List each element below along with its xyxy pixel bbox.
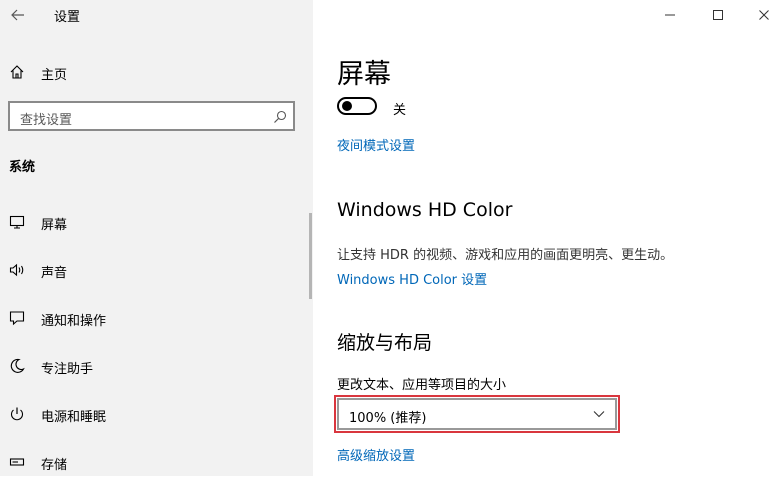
sidebar-scrollbar[interactable] xyxy=(309,213,312,299)
toggle-knob xyxy=(342,101,352,111)
scale-dropdown[interactable]: 100% (推荐) xyxy=(334,395,620,433)
moon-icon xyxy=(10,358,25,373)
sidebar-item-focus-assist[interactable]: 专注助手 xyxy=(0,348,313,384)
close-button[interactable] xyxy=(749,0,777,30)
chevron-down-icon xyxy=(593,411,605,418)
scale-layout-heading: 缩放与布局 xyxy=(337,332,433,354)
speaker-icon xyxy=(9,263,24,277)
app-title: 设置 xyxy=(54,10,81,25)
maximize-icon xyxy=(713,10,723,20)
sidebar: 设置 主页 查找设置 系统 屏幕 声音 通知和操作 专注助手 电源和睡眠 存储 xyxy=(0,0,313,476)
main-content: 屏幕 关 夜间模式设置 Windows HD Color 让支持 HDR 的视频… xyxy=(313,0,777,476)
close-icon xyxy=(759,10,769,20)
sidebar-item-label: 电源和睡眠 xyxy=(41,410,107,425)
scale-label: 更改文本、应用等项目的大小 xyxy=(337,378,507,393)
sidebar-item-label: 专注助手 xyxy=(41,362,94,377)
page-title: 屏幕 xyxy=(337,59,391,90)
hd-color-description: 让支持 HDR 的视频、游戏和应用的画面更明亮、更生动。 xyxy=(337,248,674,263)
search-placeholder: 查找设置 xyxy=(20,113,73,128)
sidebar-item-power[interactable]: 电源和睡眠 xyxy=(0,396,313,432)
minimize-button[interactable] xyxy=(655,0,685,30)
night-light-settings-link[interactable]: 夜间模式设置 xyxy=(337,135,415,154)
advanced-scaling-link[interactable]: 高级缩放设置 xyxy=(337,445,415,464)
sidebar-item-display[interactable]: 屏幕 xyxy=(0,204,313,240)
toggle-state-label: 关 xyxy=(393,103,407,118)
monitor-icon xyxy=(9,215,25,229)
sidebar-item-label: 通知和操作 xyxy=(41,314,107,329)
maximize-button[interactable] xyxy=(703,0,733,30)
storage-icon xyxy=(9,458,25,466)
sidebar-item-home[interactable]: 主页 xyxy=(0,58,313,86)
search-input[interactable]: 查找设置 xyxy=(8,101,295,131)
sidebar-item-storage[interactable]: 存储 xyxy=(0,444,313,480)
sidebar-item-notifications[interactable]: 通知和操作 xyxy=(0,300,313,336)
arrow-left-icon xyxy=(11,9,24,21)
hd-color-heading: Windows HD Color xyxy=(337,199,513,221)
night-light-toggle[interactable] xyxy=(337,97,377,115)
section-label: 系统 xyxy=(9,160,36,175)
minimize-icon xyxy=(665,14,675,16)
power-icon xyxy=(11,407,23,421)
sidebar-item-label: 声音 xyxy=(41,266,68,281)
notification-icon xyxy=(9,311,25,326)
scale-dropdown-value: 100% (推荐) xyxy=(349,411,427,426)
sidebar-item-label: 存储 xyxy=(41,458,68,473)
sidebar-item-label: 屏幕 xyxy=(41,218,68,233)
search-icon[interactable] xyxy=(273,110,287,124)
sidebar-item-label: 主页 xyxy=(41,68,68,83)
sidebar-item-sound[interactable]: 声音 xyxy=(0,252,313,288)
back-button[interactable] xyxy=(6,0,30,30)
hd-color-settings-link[interactable]: Windows HD Color 设置 xyxy=(337,269,487,288)
home-icon xyxy=(10,65,24,79)
